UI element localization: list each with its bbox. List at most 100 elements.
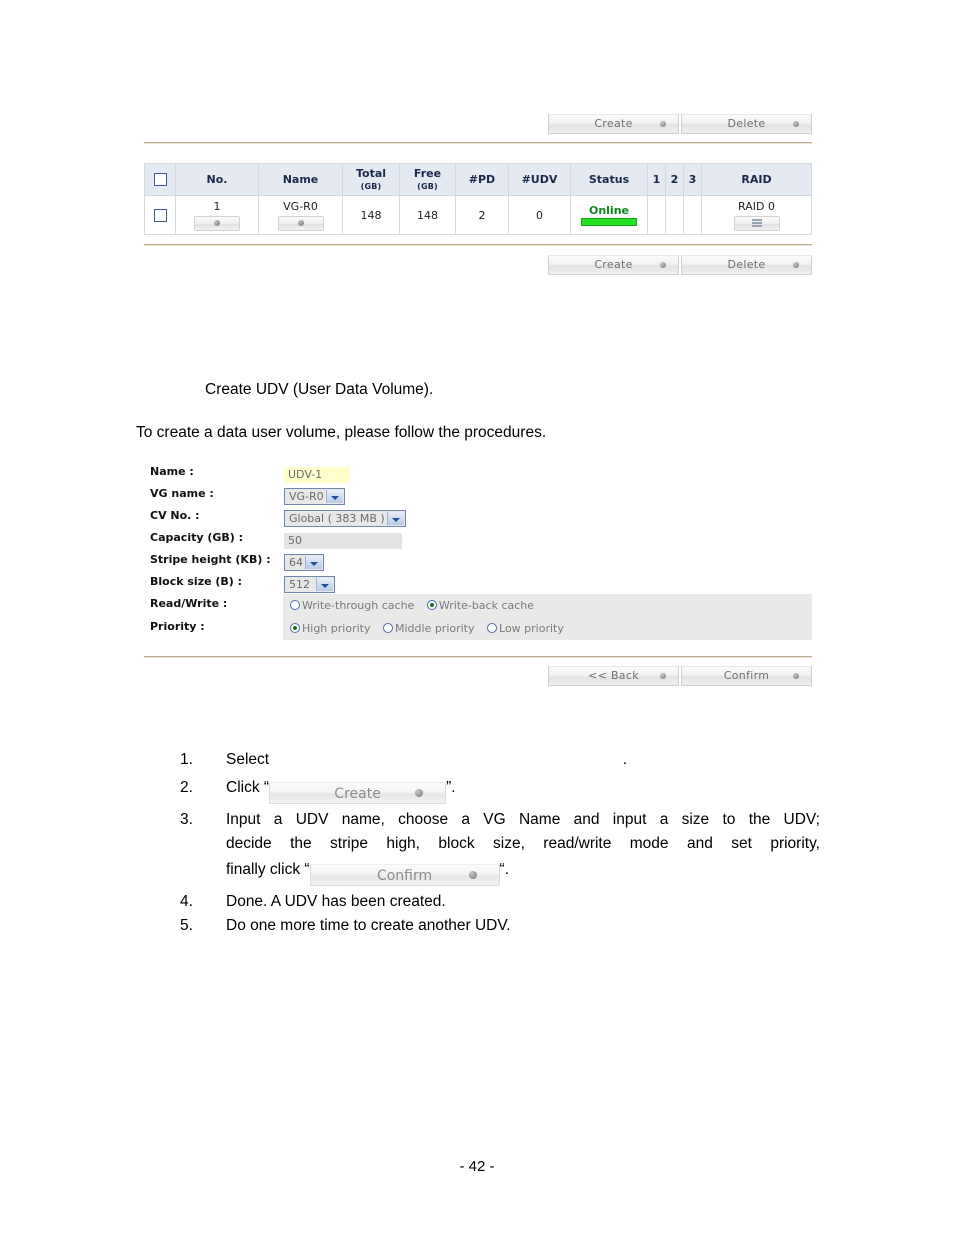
capacity-input[interactable]: 50 [284, 533, 402, 549]
inline-create-button-label: Create [334, 786, 381, 802]
list-item-3-line-2: decide the stripe high, block size, read… [226, 835, 820, 852]
no-popup-button[interactable] [194, 215, 240, 231]
radio-icon [487, 623, 498, 633]
label-name: Name : [150, 465, 194, 478]
name-input[interactable]: UDV-1 [284, 467, 350, 483]
th-udv: #UDV [508, 163, 571, 196]
stripe-height-select-value: 64 [289, 556, 303, 569]
confirm-button[interactable]: Confirm [681, 666, 812, 686]
status-badge: Online [588, 203, 629, 217]
vg-top-button-bar: Create Delete [144, 114, 812, 136]
list-item-3-line-3: finally click “ Confirm “. [226, 858, 820, 886]
cell-total: 148 [342, 195, 400, 235]
page-number: - 42 - [459, 1158, 495, 1175]
form-row-read-write: Read/Write : Write-through cache Write-b… [144, 594, 812, 617]
radio-low-priority[interactable]: Low priority [487, 621, 564, 637]
cell-slot-1 [647, 195, 666, 235]
dot-icon [660, 673, 666, 679]
back-button[interactable]: << Back [548, 666, 679, 686]
th-status: Status [570, 163, 648, 196]
raid-disks-icon [751, 219, 762, 227]
create-udv-form: Name : UDV-1 VG name : VG-R0 CV No. : Gl… [144, 462, 812, 640]
select-all-checkbox[interactable] [153, 173, 167, 187]
list-item-3: 3. Input a UDV name, choose a VG Name an… [180, 808, 820, 886]
th-slot-2: 2 [665, 163, 684, 196]
inline-create-button[interactable]: Create [269, 782, 447, 804]
block-size-select[interactable]: 512 [284, 576, 335, 593]
cv-no-select-value: Global ( 383 MB ) [289, 512, 385, 525]
list-item-3-text-before: finally click “ [226, 861, 310, 878]
radio-low-priority-label: Low priority [499, 622, 564, 635]
stripe-height-select[interactable]: 64 [284, 554, 324, 571]
th-raid: RAID [701, 163, 812, 196]
label-block-size: Block size (B) : [150, 575, 243, 588]
radio-high-priority-label: High priority [302, 622, 371, 635]
cell-slot-2 [665, 195, 684, 235]
list-item-4: 4. Done. A UDV has been created. [180, 890, 820, 914]
list-item-2-text-after: ”. [446, 779, 456, 796]
th-slot-1: 1 [647, 163, 666, 196]
chevron-down-icon [386, 512, 404, 525]
divider-form-bottom [144, 655, 812, 658]
radio-write-through-cache-label: Write-through cache [302, 599, 415, 612]
radio-icon [382, 623, 393, 633]
vg-delete-button-bottom-label: Delete [727, 258, 766, 271]
back-button-label: << Back [588, 669, 639, 682]
th-select-all [144, 163, 176, 196]
list-item-5-number: 5. [180, 917, 193, 934]
label-stripe-height: Stripe height (KB) : [150, 553, 271, 566]
chevron-down-icon [325, 490, 343, 503]
chevron-down-icon [316, 578, 333, 591]
list-item-1-text: Select [226, 751, 270, 768]
name-popup-button[interactable] [277, 215, 324, 231]
cell-udv: 0 [508, 195, 571, 235]
row-select-cell [144, 195, 176, 235]
vg-name-select[interactable]: VG-R0 [284, 488, 345, 505]
vg-create-button-bottom-label: Create [594, 258, 633, 271]
dot-icon [793, 262, 799, 268]
vg-delete-button-bottom[interactable]: Delete [681, 255, 812, 275]
vg-create-button-bottom[interactable]: Create [548, 255, 679, 275]
th-total: Total (GB) [342, 163, 400, 196]
radio-write-back-cache[interactable]: Write-back cache [426, 598, 535, 614]
procedure-list: 1. Select . 2. Click “ Create ”. 3. Input … [180, 748, 820, 938]
list-item-1: 1. Select . [180, 748, 820, 772]
vg-bottom-button-bar: Create Delete [144, 255, 812, 277]
radio-middle-priority-label: Middle priority [394, 622, 475, 635]
block-size-select-value: 512 [289, 578, 310, 591]
inline-confirm-button[interactable]: Confirm [309, 864, 500, 886]
cell-name: VG-R0 [258, 195, 343, 235]
section-heading: Create UDV (User Data Volume). [205, 381, 434, 398]
dot-icon [660, 121, 666, 127]
form-row-vg-name: VG name : VG-R0 [144, 484, 812, 506]
confirm-button-label: Confirm [723, 669, 770, 682]
raid-popup-button[interactable] [733, 215, 780, 231]
radio-high-priority[interactable]: High priority [290, 621, 370, 637]
radio-write-through-cache[interactable]: Write-through cache [290, 598, 414, 614]
udv-form-button-bar: << Back Confirm [144, 666, 812, 688]
section-intro: To create a data user volume, please fol… [136, 424, 547, 441]
vg-create-button-top[interactable]: Create [548, 114, 679, 134]
dot-icon [415, 789, 424, 797]
vg-delete-button-top-label: Delete [727, 117, 766, 130]
list-item-4-number: 4. [180, 893, 193, 910]
list-item-1-text-after: . [622, 751, 628, 768]
th-pd: #PD [455, 163, 509, 196]
form-row-stripe-height: Stripe height (KB) : 64 [144, 550, 812, 572]
form-row-cv-no: CV No. : Global ( 383 MB ) [144, 506, 812, 528]
label-priority: Priority : [150, 620, 205, 633]
label-cv-no: CV No. : [150, 509, 200, 522]
list-item-3-text-after: “. [499, 861, 510, 878]
form-row-priority: Priority : High priority Middle priority… [144, 617, 812, 640]
list-item-2: 2. Click “ Create ”. [180, 776, 820, 804]
cv-no-select[interactable]: Global ( 383 MB ) [284, 510, 406, 527]
th-slot-3: 3 [683, 163, 702, 196]
radio-middle-priority[interactable]: Middle priority [382, 621, 475, 637]
dot-icon [793, 673, 799, 679]
vg-delete-button-top[interactable]: Delete [681, 114, 812, 134]
dot-icon [214, 220, 220, 226]
radio-write-back-cache-label: Write-back cache [438, 599, 535, 612]
chevron-down-icon [305, 556, 322, 569]
dot-icon [297, 220, 304, 226]
row-checkbox[interactable] [153, 208, 167, 222]
